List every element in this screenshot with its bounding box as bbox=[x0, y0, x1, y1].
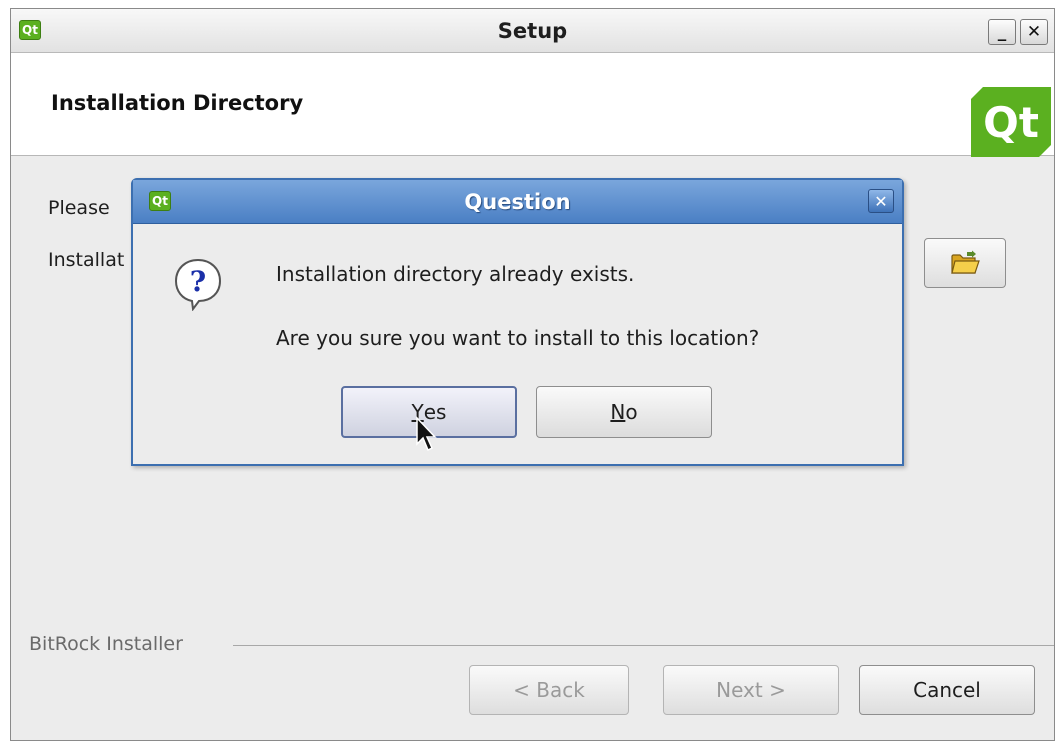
close-icon: ✕ bbox=[1026, 22, 1042, 42]
folder-open-icon bbox=[951, 250, 980, 274]
no-button[interactable]: No bbox=[536, 386, 712, 438]
close-button[interactable]: ✕ bbox=[1020, 19, 1048, 45]
dialog-title-bar[interactable]: Qt Question ✕ bbox=[133, 180, 902, 224]
page-header: Installation Directory Qt bbox=[11, 53, 1054, 157]
installer-brand-label: BitRock Installer bbox=[29, 633, 183, 655]
footer-divider bbox=[233, 645, 1054, 646]
directory-prompt-text: Please bbox=[48, 197, 110, 219]
no-mnemonic: N bbox=[610, 400, 626, 424]
svg-text:?: ? bbox=[190, 265, 206, 298]
question-dialog: Qt Question ✕ ? Installation directory a… bbox=[131, 178, 904, 466]
page-title: Installation Directory bbox=[51, 91, 304, 115]
directory-field-label: Installat bbox=[48, 249, 125, 271]
dialog-close-button[interactable]: ✕ bbox=[868, 189, 894, 213]
cancel-button[interactable]: Cancel bbox=[859, 665, 1035, 715]
title-bar[interactable]: Qt Setup _ ✕ bbox=[11, 9, 1054, 53]
no-label-rest: o bbox=[625, 400, 638, 424]
minimize-button[interactable]: _ bbox=[988, 19, 1016, 45]
qt-logo: Qt bbox=[971, 87, 1051, 157]
browse-folder-button[interactable] bbox=[924, 238, 1006, 288]
minimize-icon: _ bbox=[997, 22, 1007, 42]
mouse-pointer-icon bbox=[416, 416, 437, 452]
next-button[interactable]: Next > bbox=[663, 665, 839, 715]
close-icon: ✕ bbox=[874, 191, 888, 211]
dialog-message-line2: Are you sure you want to install to this… bbox=[276, 326, 760, 350]
dialog-title: Question bbox=[464, 190, 571, 214]
dialog-message-line1: Installation directory already exists. bbox=[276, 262, 635, 286]
window-title: Setup bbox=[497, 19, 568, 43]
question-bubble-icon: ? bbox=[174, 258, 222, 311]
back-button[interactable]: < Back bbox=[469, 665, 629, 715]
